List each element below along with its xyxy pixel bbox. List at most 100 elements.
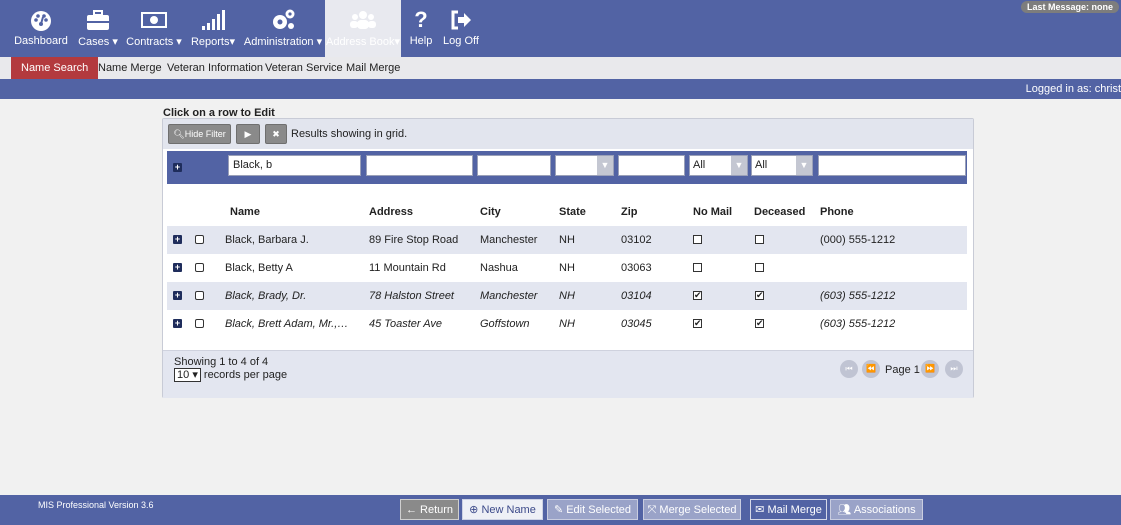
column-header-city[interactable]: City xyxy=(480,206,501,218)
column-header-state[interactable]: State xyxy=(559,206,586,218)
no-mail-checkbox[interactable]: ✔ xyxy=(693,319,702,328)
city-filter-input[interactable] xyxy=(477,155,551,176)
cell-address: 89 Fire Stop Road xyxy=(369,234,459,246)
last-page-icon[interactable]: ⏭ xyxy=(945,360,963,378)
nav-help[interactable]: ? Help xyxy=(406,0,436,57)
column-header-no-mail[interactable]: No Mail xyxy=(693,206,732,218)
column-header-zip[interactable]: Zip xyxy=(621,206,638,218)
column-header-deceased[interactable]: Deceased xyxy=(754,206,805,218)
no-mail-checkbox[interactable]: ✔ xyxy=(693,291,702,300)
cell-city: Nashua xyxy=(480,262,518,274)
results-panel: 🔍︎Hide Filter ▶ ✖ Results showing in gri… xyxy=(162,118,974,398)
associations-button[interactable]: 👥︎ Associations xyxy=(830,499,923,520)
table-row[interactable]: + Black, Betty A 11 Mountain Rd Nashua N… xyxy=(167,254,967,282)
expand-row-icon[interactable]: + xyxy=(173,263,182,272)
nav-cases[interactable]: Cases ▾ xyxy=(74,0,122,57)
cell-address: 78 Halston Street xyxy=(369,290,454,302)
search-icon: 🔍︎ xyxy=(173,129,185,139)
hide-filter-button[interactable]: 🔍︎Hide Filter xyxy=(168,124,231,144)
row-select-checkbox[interactable] xyxy=(195,263,204,272)
return-button[interactable]: ← Return xyxy=(400,499,459,520)
subnav-veteran-service[interactable]: Veteran Service xyxy=(265,57,343,79)
phone-filter-input[interactable] xyxy=(818,155,966,176)
expand-row-icon[interactable]: + xyxy=(173,319,182,328)
cell-name: Black, Betty A xyxy=(225,262,293,274)
play-icon: ▶ xyxy=(244,129,252,139)
table-row[interactable]: + Black, Brett Adam, Mr.,… 45 Toaster Av… xyxy=(167,310,967,338)
nav-reports[interactable]: Reports▾ xyxy=(190,0,236,57)
name-filter-input[interactable]: Black, b xyxy=(228,155,361,176)
cell-state: NH xyxy=(559,318,575,330)
prev-page-icon[interactable]: ⏪ xyxy=(862,360,880,378)
clear-filter-button[interactable]: ✖ xyxy=(265,124,287,144)
chevron-down-icon: ▾ xyxy=(192,369,198,381)
deceased-checkbox[interactable] xyxy=(755,235,764,244)
plus-circle-icon: ⊕ xyxy=(469,504,482,516)
subnav-name-merge[interactable]: Name Merge xyxy=(98,57,162,79)
envelope-icon: ✉ xyxy=(755,504,768,516)
column-header-name[interactable]: Name xyxy=(230,206,260,218)
nav-address-book[interactable]: Address Book▾ xyxy=(325,0,401,57)
next-page-icon[interactable]: ⏩ xyxy=(921,360,939,378)
subnav-name-search[interactable]: Name Search xyxy=(11,57,99,79)
cell-city: Goffstown xyxy=(480,318,530,330)
question-icon: ? xyxy=(414,7,428,32)
expand-row-icon[interactable]: + xyxy=(173,291,182,300)
grid-header: Name Address City State Zip No Mail Dece… xyxy=(163,206,973,220)
run-search-button[interactable]: ▶ xyxy=(236,124,260,144)
expand-all-icon[interactable]: + xyxy=(173,163,182,172)
logged-in-label: Logged in as: christ xyxy=(1025,83,1121,95)
version-label: MIS Professional Version 3.6 xyxy=(38,500,154,510)
users-icon: 👥︎ xyxy=(837,504,854,516)
nav-label: Administration ▾ xyxy=(243,36,323,48)
first-page-icon[interactable]: ⏮ xyxy=(840,360,858,378)
nav-label: Cases ▾ xyxy=(78,36,118,48)
briefcase-icon xyxy=(74,8,122,32)
nav-label: Dashboard xyxy=(14,35,68,47)
table-row[interactable]: + Black, Barbara J. 89 Fire Stop Road Ma… xyxy=(167,226,967,254)
row-select-checkbox[interactable] xyxy=(195,319,204,328)
deceased-checkbox[interactable]: ✔ xyxy=(755,291,764,300)
nav-contracts[interactable]: Contracts ▾ xyxy=(125,0,183,57)
last-message-badge[interactable]: Last Message: none xyxy=(1020,1,1119,13)
mail-merge-button[interactable]: ✉ Mail Merge xyxy=(750,499,827,520)
per-page-select[interactable]: 10 ▾ xyxy=(174,368,201,382)
dashboard-icon xyxy=(12,8,70,32)
deceased-filter-select[interactable]: All ▼ xyxy=(751,155,813,176)
showing-count: Showing 1 to 4 of 4 xyxy=(174,356,269,368)
deceased-checkbox[interactable]: ✔ xyxy=(755,319,764,328)
cell-name: Black, Brett Adam, Mr.,… xyxy=(225,318,349,330)
grid-toolbar: 🔍︎Hide Filter ▶ ✖ Results showing in gri… xyxy=(163,119,973,149)
merge-selected-button[interactable]: ⤧ Merge Selected xyxy=(643,499,741,520)
address-filter-input[interactable] xyxy=(366,155,473,176)
nav-dashboard[interactable]: Dashboard xyxy=(12,0,70,57)
deceased-checkbox[interactable] xyxy=(755,263,764,272)
zip-filter-input[interactable] xyxy=(618,155,685,176)
no-mail-filter-select[interactable]: All ▼ xyxy=(689,155,748,176)
subnav-mail-merge[interactable]: Mail Merge xyxy=(346,57,400,79)
nav-label: Address Book▾ xyxy=(325,36,400,48)
table-row[interactable]: + Black, Brady, Dr. 78 Halston Street Ma… xyxy=(167,282,967,310)
top-nav: Dashboard Cases ▾ Contracts ▾ Reports▾ A… xyxy=(0,0,1121,57)
row-select-checkbox[interactable] xyxy=(195,291,204,300)
cell-phone: (603) 555-1212 xyxy=(820,318,896,330)
chevron-down-icon: ▼ xyxy=(597,156,613,175)
row-select-checkbox[interactable] xyxy=(195,235,204,244)
column-header-phone[interactable]: Phone xyxy=(820,206,854,218)
state-filter-select[interactable]: ▼ xyxy=(555,155,614,176)
no-mail-checkbox[interactable] xyxy=(693,235,702,244)
nav-log-off[interactable]: Log Off xyxy=(441,0,481,57)
nav-administration[interactable]: Administration ▾ xyxy=(243,0,323,57)
no-mail-checkbox[interactable] xyxy=(693,263,702,272)
bottom-bar: MIS Professional Version 3.6 ← Return ⊕ … xyxy=(0,495,1121,525)
column-header-address[interactable]: Address xyxy=(369,206,413,218)
cell-name: Black, Brady, Dr. xyxy=(225,290,307,302)
edit-selected-button[interactable]: ✎ Edit Selected xyxy=(547,499,638,520)
expand-row-icon[interactable]: + xyxy=(173,235,182,244)
subnav-veteran-information[interactable]: Veteran Information xyxy=(167,57,263,79)
nav-label: Contracts ▾ xyxy=(126,36,182,48)
cell-state: NH xyxy=(559,234,575,246)
nav-label: Help xyxy=(409,35,433,47)
logoff-icon xyxy=(441,8,481,32)
new-name-button[interactable]: ⊕ New Name xyxy=(462,499,543,520)
